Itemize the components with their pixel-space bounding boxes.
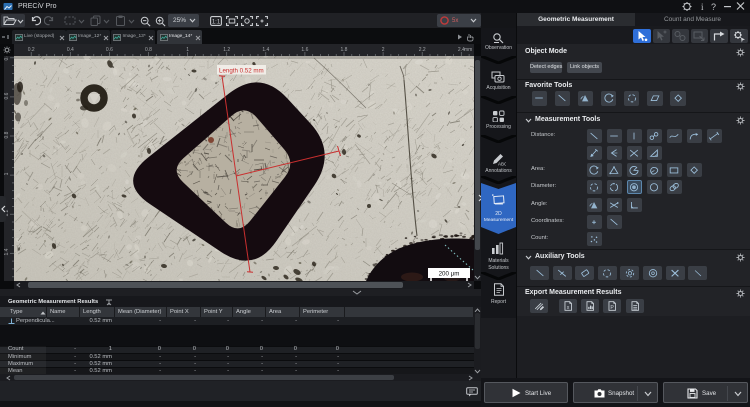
- svg-text:P: P: [611, 305, 615, 311]
- svg-text:2: 2: [382, 47, 385, 53]
- svg-text:0.6: 0.6: [4, 92, 10, 99]
- svg-text:1.4: 1.4: [262, 47, 269, 53]
- svg-text:1.6: 1.6: [301, 47, 308, 53]
- svg-text:0.2: 0.2: [28, 47, 35, 53]
- svg-text:2.2: 2.2: [419, 47, 426, 53]
- svg-text:i: i: [701, 2, 704, 12]
- svg-text:0.8: 0.8: [4, 131, 10, 138]
- svg-text:0.8: 0.8: [145, 47, 152, 53]
- svg-text:mm: mm: [464, 47, 472, 53]
- svg-text:0.6: 0.6: [106, 47, 113, 53]
- svg-text:0.4: 0.4: [4, 56, 10, 60]
- svg-text:1:1: 1:1: [212, 19, 221, 25]
- svg-text:1.4: 1.4: [4, 248, 10, 255]
- svg-text:x: x: [566, 305, 569, 311]
- svg-text:Length 0.52 mm: Length 0.52 mm: [219, 67, 264, 74]
- svg-text:ABC: ABC: [498, 162, 506, 167]
- svg-text:0.4: 0.4: [67, 47, 74, 53]
- svg-text:?: ?: [711, 2, 716, 12]
- svg-text:1.8: 1.8: [341, 47, 348, 53]
- svg-text:1.2: 1.2: [223, 47, 230, 53]
- svg-text:1: 1: [4, 172, 10, 175]
- svg-text:200 μm: 200 μm: [439, 271, 460, 278]
- svg-text:1: 1: [186, 47, 189, 53]
